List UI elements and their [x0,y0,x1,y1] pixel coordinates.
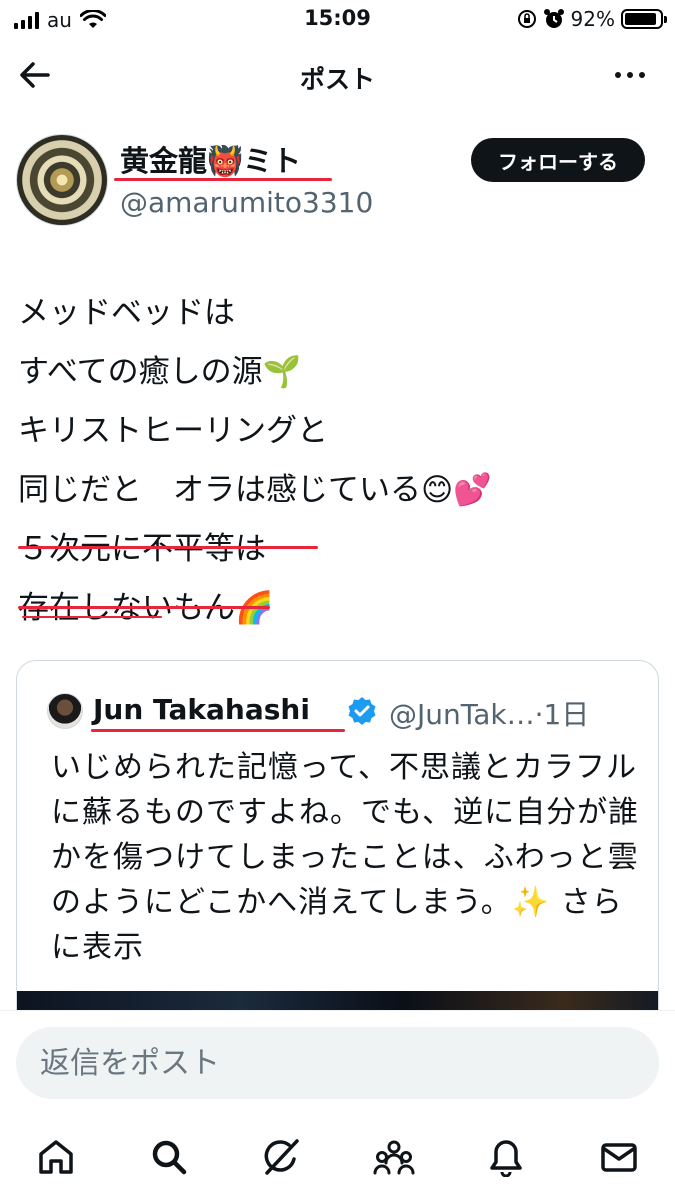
orientation-lock-icon [517,10,536,28]
post-line: メッドベッドは [18,295,235,331]
battery-percent: 92% [570,7,615,31]
quoted-author-avatar [47,693,83,729]
red-annotation-underline [91,729,345,732]
grok-icon [264,1139,299,1175]
alarm-icon [543,9,564,28]
bottom-tab-bar [0,1120,675,1200]
tab-messages[interactable] [594,1132,644,1182]
quoted-author-handle: @JunTak…·1日 [389,698,590,731]
status-bar: au 15:09 92% [0,0,675,40]
quoted-post[interactable]: Jun Takahashi @JunTak…·1日 いじめられた記憶って、不思議… [16,660,659,1040]
post-line: ５次元に不平等は [18,531,266,567]
envelope-icon [601,1143,637,1172]
more-options-button[interactable] [615,72,645,78]
red-annotation-underline [114,178,332,181]
verified-badge-icon [348,697,376,725]
author-avatar[interactable] [16,134,108,226]
red-annotation-underline [22,616,162,618]
post-line: 同じだと オラは感じている😊💕 [18,472,492,508]
post-text: メッドベッドは すべての癒しの源🌱 キリストヒーリングと 同じだと オラは感じて… [18,284,658,638]
tab-search[interactable] [144,1132,194,1182]
bell-icon [490,1140,522,1177]
author-name[interactable]: 黄金龍👹ミト [120,138,301,180]
post-header: ポスト [0,48,675,106]
tab-communities[interactable] [369,1132,419,1182]
communities-icon [373,1140,415,1175]
red-annotation-underline [18,606,270,609]
post-line: キリストヒーリングと [18,413,328,449]
follow-button[interactable]: フォローする [471,138,645,182]
page-title: ポスト [299,65,375,94]
reply-bar [0,1010,675,1120]
quoted-post-text: いじめられた記憶って、不思議とカラフルに蘇るものですよね。でも、逆に自分が誰かを… [51,745,641,970]
post-line: すべての癒しの源🌱 [18,354,302,390]
tab-notifications[interactable] [481,1132,531,1182]
quoted-author-name: Jun Takahashi [93,693,310,726]
red-annotation-underline [18,546,318,549]
reply-input[interactable] [16,1027,659,1099]
tab-grok[interactable] [256,1132,306,1182]
tab-home[interactable] [31,1132,81,1182]
search-icon [152,1140,186,1175]
battery-icon [621,9,667,29]
author-handle[interactable]: @amarumito3310 [120,186,373,219]
home-icon [39,1140,73,1174]
